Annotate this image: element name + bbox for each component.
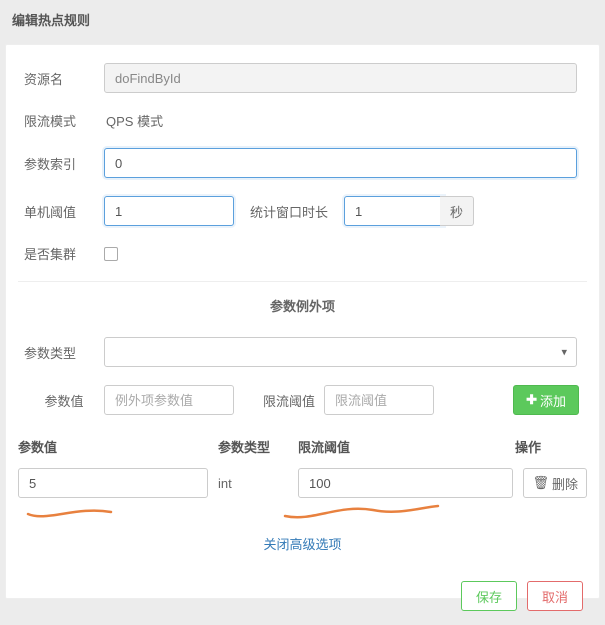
index-input[interactable] bbox=[104, 148, 577, 178]
th-type: 参数类型 bbox=[218, 437, 298, 456]
resource-label: 资源名 bbox=[18, 69, 104, 88]
modal-body: 资源名 限流模式 QPS 模式 参数索引 单机阈值 统计窗口时长 秒 是否集群 … bbox=[5, 44, 600, 599]
mode-label: 限流模式 bbox=[18, 111, 104, 130]
modal-title: 编辑热点规则 bbox=[0, 0, 605, 39]
cluster-checkbox[interactable] bbox=[104, 247, 118, 261]
param-type-select-wrap: ▾ bbox=[104, 337, 577, 367]
row-type: int bbox=[218, 476, 288, 491]
window-unit: 秒 bbox=[440, 196, 474, 226]
threshold-input[interactable] bbox=[104, 196, 234, 226]
table-header: 参数值 参数类型 限流阈值 操作 bbox=[18, 433, 587, 464]
exc-threshold-label: 限流阈值 bbox=[254, 391, 324, 410]
cancel-button[interactable]: 取消 bbox=[527, 581, 583, 611]
th-value: 参数值 bbox=[18, 437, 218, 456]
close-advanced-wrap: 关闭高级选项 bbox=[18, 534, 587, 553]
resource-row: 资源名 bbox=[18, 63, 587, 93]
divider bbox=[18, 281, 587, 282]
close-advanced-link[interactable]: 关闭高级选项 bbox=[263, 537, 341, 552]
threshold-label: 单机阈值 bbox=[18, 202, 104, 221]
mode-row: 限流模式 QPS 模式 bbox=[18, 111, 587, 130]
table-row: int 🗑 删除 bbox=[18, 464, 587, 502]
param-type-row: 参数类型 ▾ bbox=[18, 337, 587, 367]
row-threshold-input[interactable] bbox=[298, 468, 513, 498]
param-type-label: 参数类型 bbox=[18, 343, 104, 362]
add-button[interactable]: ✚ 添加 bbox=[513, 385, 579, 415]
exception-input-row: 参数值 限流阈值 ✚ 添加 bbox=[18, 385, 587, 415]
index-label: 参数索引 bbox=[18, 154, 104, 173]
annotation-squiggle-2 bbox=[283, 502, 443, 524]
modal-footer: 保存 取消 bbox=[461, 581, 583, 611]
row-value-input[interactable] bbox=[18, 468, 208, 498]
exc-threshold-input[interactable] bbox=[324, 385, 434, 415]
th-threshold: 限流阈值 bbox=[298, 437, 515, 456]
th-operation: 操作 bbox=[515, 437, 587, 456]
window-label: 统计窗口时长 bbox=[234, 202, 344, 221]
param-type-select[interactable] bbox=[104, 337, 577, 367]
exception-title: 参数例外项 bbox=[18, 296, 587, 315]
index-row: 参数索引 bbox=[18, 148, 587, 178]
exc-paramval-input[interactable] bbox=[104, 385, 234, 415]
mode-value: QPS 模式 bbox=[104, 111, 163, 130]
cluster-label: 是否集群 bbox=[18, 244, 104, 263]
resource-input bbox=[104, 63, 577, 93]
window-input[interactable] bbox=[344, 196, 444, 226]
add-button-label: 添加 bbox=[540, 391, 566, 410]
delete-button-label: 删除 bbox=[552, 474, 578, 493]
plus-icon: ✚ bbox=[526, 392, 537, 408]
save-button[interactable]: 保存 bbox=[461, 581, 517, 611]
delete-button[interactable]: 🗑 删除 bbox=[523, 468, 587, 498]
trash-icon: 🗑 bbox=[532, 475, 549, 491]
annotation-squiggle-1 bbox=[26, 504, 116, 524]
annotation-layer bbox=[18, 502, 587, 528]
cluster-row: 是否集群 bbox=[18, 244, 587, 263]
exc-paramval-label: 参数值 bbox=[18, 391, 104, 410]
threshold-row: 单机阈值 统计窗口时长 秒 bbox=[18, 196, 587, 226]
